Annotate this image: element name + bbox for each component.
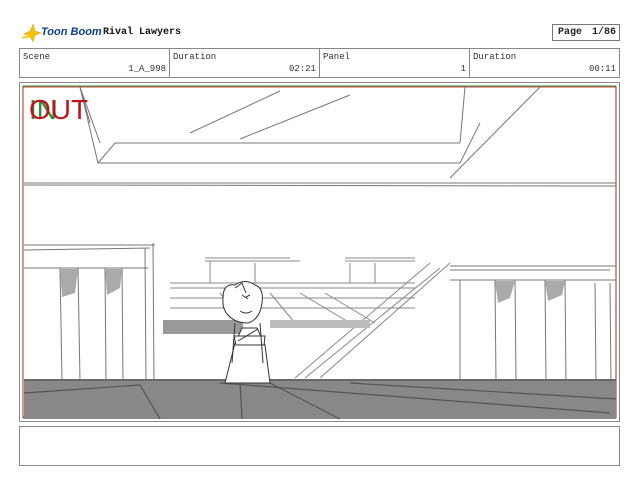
counter-block-right: [270, 320, 370, 328]
page-label: Page: [558, 27, 583, 38]
scene-cell: Scene 1_A_998: [20, 49, 170, 77]
scene-value: 1_A_998: [128, 64, 166, 74]
action-safe-frame: [22, 85, 617, 418]
panel-duration-label: Duration: [473, 52, 517, 62]
panel-info-bar: Scene 1_A_998 Duration 02:21 Panel 1 Dur…: [19, 48, 620, 78]
panel-label: Panel: [323, 52, 351, 62]
right-shelf-shadows: [495, 281, 565, 303]
left-shelves: [23, 242, 155, 384]
out-marker: OUT: [29, 94, 88, 125]
left-shelf-shadows: [60, 269, 122, 297]
storyboard-panel: IN OUT: [19, 82, 620, 422]
panel-value: 1: [460, 64, 466, 74]
duration-value: 02:21: [288, 64, 316, 74]
logo-text: Toon Boom: [41, 26, 102, 38]
project-title: Rival Lawyers: [103, 27, 182, 38]
duration-label: Duration: [173, 52, 217, 62]
page-indicator: Page 1/86: [552, 24, 620, 41]
right-shelves: [450, 265, 616, 384]
title-safe-frame: [22, 86, 617, 419]
duration-cell: Duration 02:21: [170, 49, 320, 77]
scene-label: Scene: [23, 52, 51, 62]
floor: [24, 379, 616, 419]
panel-duration-cell: Duration 00:11: [470, 49, 619, 77]
panel-notes-box[interactable]: [19, 426, 620, 466]
panel-cell: Panel 1: [320, 49, 470, 77]
ceiling-lines: [23, 86, 617, 187]
counter-block: [163, 320, 243, 334]
center-structure: [170, 257, 451, 379]
panel-duration-value: 00:11: [588, 64, 616, 74]
panel-drawing: IN OUT: [22, 85, 617, 420]
page-number: 1/86: [592, 27, 617, 38]
